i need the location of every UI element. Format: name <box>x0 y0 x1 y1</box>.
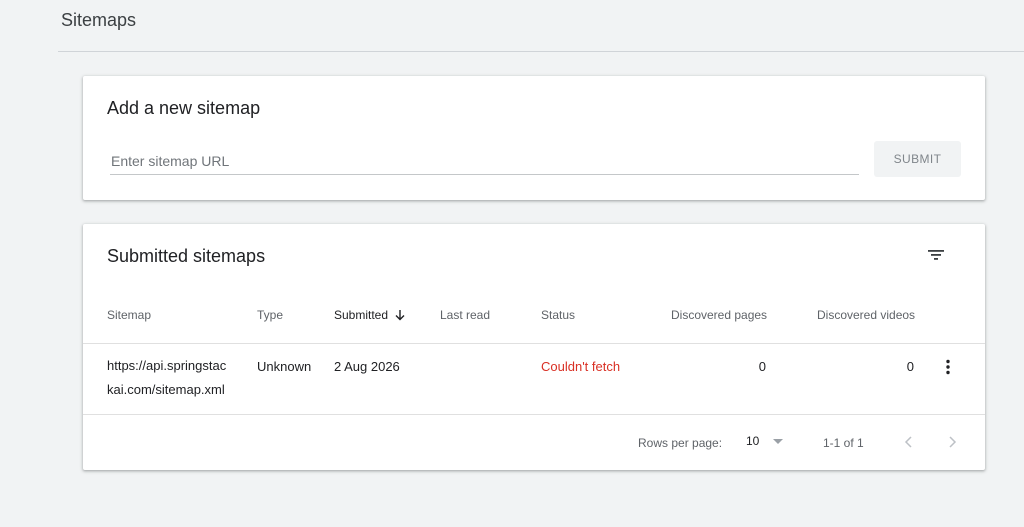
arrow-drop-down-icon <box>773 434 784 448</box>
pagination-range: 1-1 of 1 <box>823 436 864 450</box>
chevron-right-icon[interactable] <box>943 432 963 452</box>
more-vert-icon[interactable] <box>940 357 956 377</box>
column-header-submitted[interactable]: Submitted <box>334 308 406 324</box>
row-divider <box>83 414 985 415</box>
column-header-discovered-pages[interactable]: Discovered pages <box>671 308 767 322</box>
column-header-status[interactable]: Status <box>541 308 575 322</box>
header-row-divider <box>83 343 985 344</box>
discovered-videos-cell: 0 <box>906 359 914 374</box>
arrow-downward-icon <box>394 309 406 324</box>
submitted-cell: 2 Aug 2026 <box>334 359 400 374</box>
column-header-last-read[interactable]: Last read <box>440 308 490 322</box>
column-header-submitted-label: Submitted <box>334 308 389 322</box>
column-header-sitemap[interactable]: Sitemap <box>107 308 151 322</box>
discovered-pages-cell: 0 <box>758 359 766 374</box>
sitemap-url-line: kai.com/sitemap.xml <box>107 382 225 397</box>
rows-per-page-select[interactable]: 10 <box>746 434 784 448</box>
column-header-type[interactable]: Type <box>257 308 283 322</box>
sitemap-url-line: https://api.springstac <box>107 358 227 373</box>
submit-button[interactable]: SUBMIT <box>874 141 961 177</box>
chevron-left-icon[interactable] <box>898 432 918 452</box>
status-cell: Couldn't fetch <box>541 359 621 374</box>
header-divider <box>58 51 1024 52</box>
add-sitemap-card: Add a new sitemap SUBMIT <box>83 76 985 200</box>
type-cell: Unknown <box>257 359 312 374</box>
filter-list-icon[interactable] <box>925 244 947 266</box>
page-title: Sitemaps <box>61 10 137 30</box>
column-header-discovered-videos[interactable]: Discovered videos <box>817 308 915 322</box>
submitted-sitemaps-title: Submitted sitemaps <box>107 246 266 266</box>
submitted-sitemaps-card: Submitted sitemaps Sitemap Type Submitte… <box>83 224 985 470</box>
page-header: Sitemaps <box>0 0 1024 52</box>
rows-per-page-value: 10 <box>746 434 760 448</box>
add-sitemap-title: Add a new sitemap <box>107 98 261 118</box>
rows-per-page-label: Rows per page: <box>638 436 723 450</box>
sitemap-url-input[interactable] <box>110 147 859 175</box>
sitemap-url-cell[interactable]: https://api.springstac kai.com/sitemap.x… <box>107 354 242 402</box>
